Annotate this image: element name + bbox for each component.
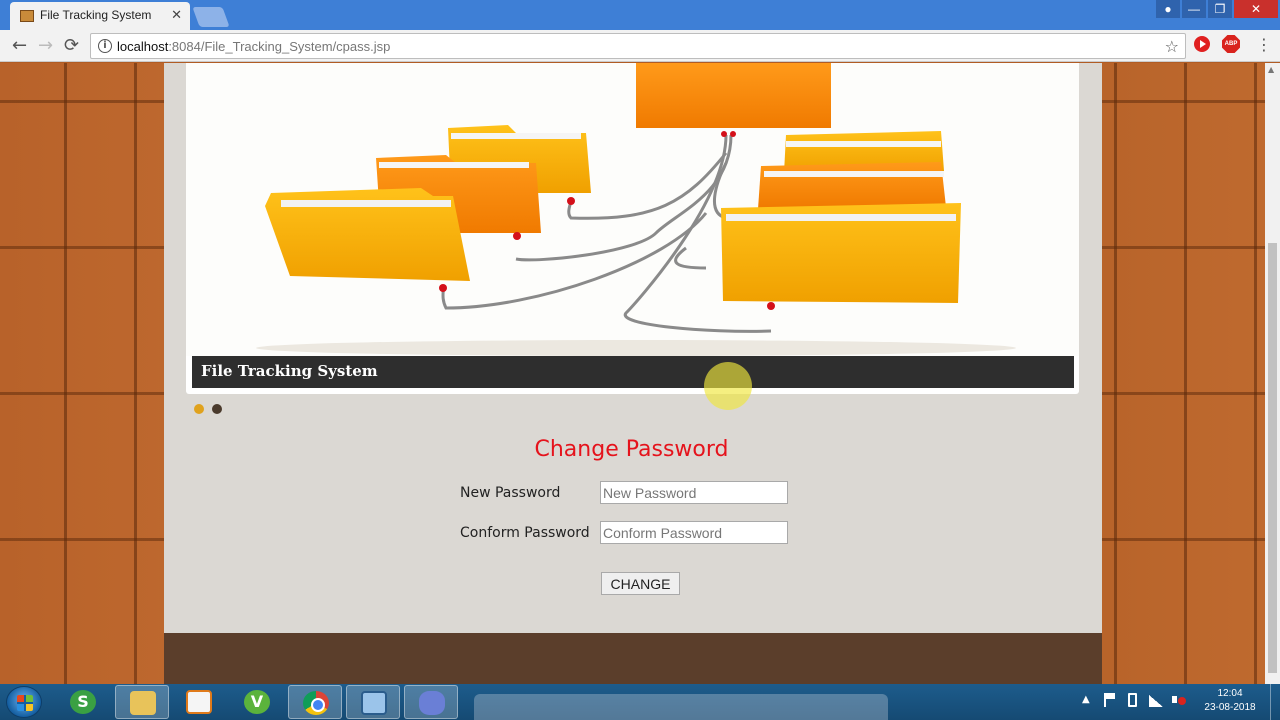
browser-toolbar: ← → ⟳ i localhost:8084/File_Tracking_Sys…	[0, 30, 1280, 62]
taskbar-dolphin-app[interactable]	[404, 685, 458, 719]
media-player-icon	[186, 690, 212, 714]
tab-favicon-icon	[20, 10, 34, 22]
window-close-button[interactable]: ✕	[1234, 0, 1278, 18]
browser-tab[interactable]: File Tracking System ✕	[10, 2, 190, 30]
volume-muted-icon[interactable]	[1172, 693, 1186, 707]
record-extension-icon[interactable]	[1194, 36, 1210, 52]
url-host: localhost	[117, 39, 169, 54]
battery-icon[interactable]	[1128, 693, 1137, 707]
scroll-up-arrow-icon[interactable]: ▲	[1268, 65, 1274, 74]
address-bar[interactable]: i localhost:8084/File_Tracking_System/cp…	[90, 33, 1186, 59]
slider-dot-1[interactable]	[194, 404, 204, 414]
page-title: Change Password	[534, 437, 729, 462]
url-text: localhost:8084/File_Tracking_System/cpas…	[117, 39, 390, 54]
confirm-password-label: Conform Password	[460, 525, 590, 541]
scrollbar-thumb[interactable]	[1268, 243, 1277, 673]
clock-date: 23-08-2018	[1204, 702, 1256, 713]
taskbar-media-player[interactable]	[172, 685, 226, 719]
footer-band	[164, 633, 1102, 684]
taskbar-file-explorer[interactable]	[115, 685, 169, 719]
slider-dot-2[interactable]	[212, 404, 222, 414]
file-explorer-icon	[130, 691, 156, 715]
change-password-button[interactable]: CHANGE	[601, 572, 680, 595]
clock-time: 12:04	[1217, 688, 1243, 699]
back-arrow-icon[interactable]: ←	[12, 35, 27, 56]
v-app-icon: V	[244, 690, 270, 714]
new-password-label: New Password	[460, 485, 561, 501]
new-password-field[interactable]	[600, 481, 788, 504]
virtualbox-icon	[361, 691, 387, 715]
tray-expand-icon[interactable]: ▲	[1082, 694, 1090, 705]
reload-icon[interactable]: ⟳	[64, 35, 79, 56]
browser-tabstrip: File Tracking System ✕ ● — ❐ ✕	[0, 0, 1280, 30]
taskbar-squirrel-app[interactable]: S	[56, 685, 110, 719]
start-button[interactable]	[6, 686, 42, 718]
system-clock[interactable]: 12:04 23-08-2018	[1198, 687, 1262, 715]
confirm-password-field[interactable]	[600, 521, 788, 544]
bookmark-star-icon[interactable]: ☆	[1165, 37, 1179, 56]
squirrel-sql-icon: S	[70, 690, 96, 714]
chrome-icon	[303, 691, 329, 715]
taskbar-chrome[interactable]	[288, 685, 342, 719]
show-desktop-button[interactable]	[1270, 684, 1280, 720]
action-center-flag-icon[interactable]	[1104, 693, 1116, 707]
file-network-illustration	[186, 63, 1079, 356]
taskbar-vlc-app[interactable]: V	[230, 685, 284, 719]
network-icon[interactable]	[1149, 695, 1163, 707]
tab-close-icon[interactable]: ✕	[171, 8, 182, 23]
taskbar-virtualbox[interactable]	[346, 685, 400, 719]
window-maximize-button[interactable]: ❐	[1208, 0, 1232, 18]
page-viewport: File Tracking System Change Password New…	[0, 63, 1265, 684]
url-path: :8084/File_Tracking_System/cpass.jsp	[168, 39, 391, 54]
browser-menu-icon[interactable]: ⋮	[1256, 35, 1272, 54]
window-minimize-button[interactable]: —	[1182, 0, 1206, 18]
forward-arrow-icon[interactable]: →	[38, 35, 53, 56]
tab-title: File Tracking System	[40, 8, 152, 22]
page-scrollbar[interactable]: ▲	[1265, 63, 1280, 684]
taskbar-window-preview	[474, 694, 888, 720]
dolphin-icon	[419, 691, 445, 715]
user-profile-icon[interactable]: ●	[1156, 0, 1180, 18]
windows-taskbar: S V ▲ 12:04 23-08-2018	[0, 684, 1280, 720]
info-icon[interactable]: i	[98, 39, 112, 53]
windows-logo-icon	[17, 695, 33, 711]
new-tab-button[interactable]	[192, 7, 230, 27]
image-slider: File Tracking System	[186, 63, 1079, 394]
mouse-cursor-highlight	[704, 362, 752, 410]
slide-caption: File Tracking System	[201, 362, 378, 380]
slide-caption-bar: File Tracking System	[192, 356, 1074, 388]
